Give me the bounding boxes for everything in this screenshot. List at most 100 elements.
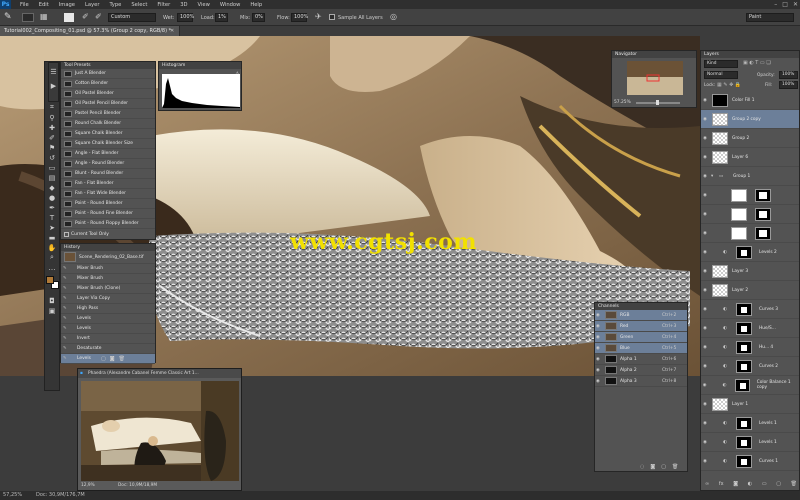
- layer-name[interactable]: Levels 1: [759, 440, 777, 445]
- visibility-eye-icon[interactable]: ◉: [701, 459, 709, 464]
- layer-thumbnail[interactable]: [712, 264, 728, 278]
- visibility-eye-icon[interactable]: ◉: [701, 269, 709, 274]
- load-selection-icon[interactable]: ◌: [640, 464, 644, 470]
- layer-thumbnail[interactable]: [731, 207, 747, 221]
- visibility-eye-icon[interactable]: ◉: [596, 324, 602, 329]
- layer-row[interactable]: ◉ ◐ Levels 1: [701, 433, 799, 452]
- layer-mask-thumbnail[interactable]: [736, 359, 752, 373]
- history-snapshot[interactable]: Scene_Rendering_02_Base.tif: [61, 251, 155, 264]
- more-tools-icon[interactable]: …: [45, 263, 59, 272]
- layer-row[interactable]: ◉ ◐ Color Balance 1 copy: [701, 376, 799, 395]
- new-document-icon[interactable]: ▢: [101, 356, 106, 362]
- zoom-tool-icon[interactable]: ⌕: [45, 253, 59, 262]
- healing-tool-icon[interactable]: ✚: [45, 123, 59, 132]
- status-zoom[interactable]: 57,25%: [3, 491, 22, 500]
- layer-style-icon[interactable]: fx: [719, 481, 724, 487]
- close-document-icon[interactable]: ✕: [170, 26, 174, 36]
- visibility-eye-icon[interactable]: ◉: [701, 212, 709, 217]
- layer-thumbnail[interactable]: [712, 283, 728, 297]
- visibility-eye-icon[interactable]: ◉: [701, 288, 709, 293]
- history-state[interactable]: ✎ Desaturate: [61, 344, 155, 354]
- eyedropper-tool-icon[interactable]: ⚲: [45, 113, 59, 122]
- navigator-thumbnail[interactable]: [627, 61, 683, 95]
- menu-select[interactable]: Select: [126, 2, 152, 8]
- visibility-eye-icon[interactable]: ◉: [701, 364, 709, 369]
- screen-mode-icon[interactable]: ▣: [45, 306, 59, 315]
- eraser-tool-icon[interactable]: ▭: [45, 163, 59, 172]
- menu-filter[interactable]: Filter: [152, 2, 175, 8]
- layer-mask-thumbnail[interactable]: [736, 302, 752, 316]
- layer-thumbnail[interactable]: [712, 131, 728, 145]
- opacity-field[interactable]: 100%: [779, 71, 798, 79]
- visibility-eye-icon[interactable]: ◉: [701, 193, 709, 198]
- layer-name[interactable]: Hue/S...: [759, 326, 776, 331]
- load-swatch[interactable]: [64, 13, 74, 22]
- layer-name[interactable]: Color Balance 1 copy: [757, 380, 799, 390]
- crop-tool-icon[interactable]: ⌗: [45, 103, 59, 112]
- mix-field[interactable]: 0%: [252, 13, 265, 22]
- close-window-button[interactable]: ✕: [793, 1, 798, 8]
- layer-name[interactable]: Curves 3: [759, 307, 778, 312]
- history-state[interactable]: ✎ Invert: [61, 334, 155, 344]
- clone-stamp-tool-icon[interactable]: ⚑: [45, 143, 59, 152]
- visibility-eye-icon[interactable]: ◉: [596, 335, 602, 340]
- tool-preset-item[interactable]: Oil Pastel Blender: [61, 89, 155, 99]
- visibility-eye-icon[interactable]: ◉: [701, 307, 709, 312]
- sample-all-layers-checkbox[interactable]: [329, 14, 335, 20]
- filter-icons[interactable]: ▣ ◐ T ▭ ❏: [743, 60, 771, 66]
- visibility-eye-icon[interactable]: ◉: [596, 368, 602, 373]
- tool-preset-item[interactable]: Cotton Blender: [61, 79, 155, 89]
- channel-row[interactable]: ◉ Red Ctrl+3: [595, 321, 687, 332]
- layer-row[interactable]: ◉ Layer 2: [701, 281, 799, 300]
- tool-preset-item[interactable]: Angle - Round Blender: [61, 159, 155, 169]
- visibility-eye-icon[interactable]: ◉: [701, 421, 709, 426]
- channel-row[interactable]: ◉ RGB Ctrl+2: [595, 310, 687, 321]
- layer-row[interactable]: ◉ ◐ Hu... 4: [701, 338, 799, 357]
- minimize-button[interactable]: –: [774, 1, 777, 8]
- tool-preset-item[interactable]: Round Chalk Blender: [61, 119, 155, 129]
- visibility-eye-icon[interactable]: ◉: [596, 313, 602, 318]
- history-state[interactable]: ✎ High Pass: [61, 304, 155, 314]
- history-brush-tool-icon[interactable]: ↺: [45, 153, 59, 162]
- reference-titlebar[interactable]: ▪ Phaedra (Alexandre Cabanel Femme Class…: [78, 369, 241, 378]
- layer-row[interactable]: ◉ Layer 3: [701, 262, 799, 281]
- tool-preset-item[interactable]: Just A Blender: [61, 69, 155, 79]
- tool-preset-item[interactable]: Point - Round Floppy Blender: [61, 219, 155, 229]
- channel-row[interactable]: ◉ Green Ctrl+4: [595, 332, 687, 343]
- layer-mask-thumbnail[interactable]: [736, 245, 752, 259]
- layer-name[interactable]: Levels 1: [759, 421, 777, 426]
- layer-row[interactable]: ◉: [701, 186, 799, 205]
- hand-tool-icon[interactable]: ✋: [45, 243, 59, 252]
- layer-thumbnail[interactable]: [731, 226, 747, 240]
- visibility-eye-icon[interactable]: ◉: [701, 117, 709, 122]
- new-channel-icon[interactable]: ▢: [661, 464, 666, 470]
- layer-name[interactable]: Layer 6: [732, 155, 748, 160]
- layer-row[interactable]: ◉ Color Fill 1: [701, 91, 799, 110]
- tool-preset-item[interactable]: Oil Pastel Pencil Blender: [61, 99, 155, 109]
- channel-row[interactable]: ◉ Alpha 1 Ctrl+6: [595, 354, 687, 365]
- delete-layer-icon[interactable]: 🗑: [791, 481, 797, 487]
- layer-name[interactable]: Group 2: [732, 136, 749, 141]
- fill-field[interactable]: 100%: [779, 81, 798, 89]
- delete-channel-icon[interactable]: 🗑: [672, 464, 678, 470]
- visibility-eye-icon[interactable]: ◉: [701, 326, 709, 331]
- history-state[interactable]: ✎ Layer Via Copy: [61, 294, 155, 304]
- layer-row[interactable]: ◉ ◐ Curves 2: [701, 357, 799, 376]
- layer-row[interactable]: ◉: [701, 224, 799, 243]
- visibility-eye-icon[interactable]: ◉: [701, 174, 709, 179]
- layer-name[interactable]: Group 1: [733, 174, 750, 179]
- layer-row[interactable]: ◉ ◐ Levels 1: [701, 414, 799, 433]
- layer-row[interactable]: ◉ ◐ Curves 1: [701, 452, 799, 471]
- channels-tab[interactable]: Channels: [595, 303, 687, 310]
- camera-icon[interactable]: ◙: [110, 356, 115, 362]
- fill-thumbnail[interactable]: [712, 93, 728, 107]
- new-group-icon[interactable]: ▭: [762, 481, 767, 487]
- tool-preset-item[interactable]: Point - Round Fine Blender: [61, 209, 155, 219]
- blend-combo-select[interactable]: Custom: [108, 13, 156, 22]
- airbrush-icon[interactable]: ✈: [315, 12, 322, 21]
- document-tab[interactable]: Tutorial002_Compositing_01.psd @ 57.3% (…: [0, 26, 180, 36]
- layer-blend-mode[interactable]: Normal: [704, 71, 738, 79]
- layer-name[interactable]: Levels 2: [759, 250, 777, 255]
- workspace-select[interactable]: Paint: [746, 13, 794, 22]
- layer-name[interactable]: Curves 2: [759, 364, 778, 369]
